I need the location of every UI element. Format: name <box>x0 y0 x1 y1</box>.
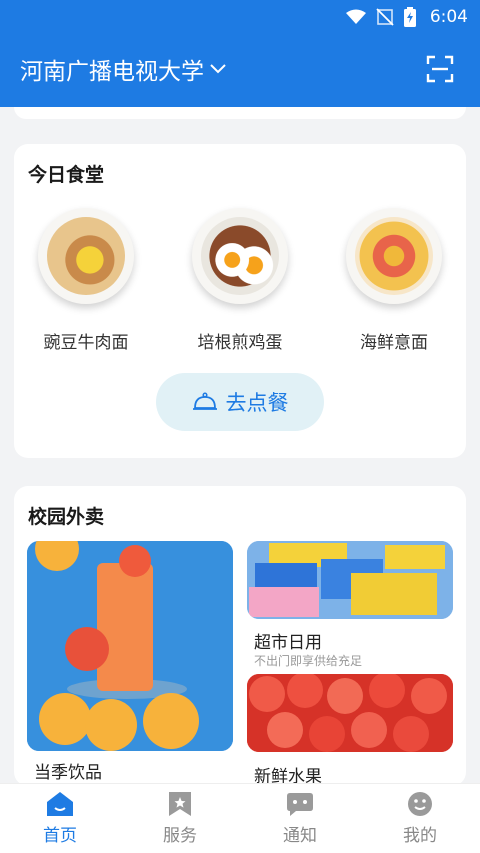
tab-label: 服务 <box>163 826 197 846</box>
tab-services[interactable]: 服务 <box>140 791 220 846</box>
dish-image <box>38 208 134 304</box>
dish-item[interactable]: 海鲜意面 <box>329 208 459 353</box>
chat-icon <box>287 793 313 816</box>
tab-mine[interactable]: 我的 <box>380 791 460 846</box>
market-subtitle: 不出门即享供给充足 <box>254 654 363 668</box>
previous-card-edge <box>14 107 466 119</box>
dish-name: 豌豆牛肉面 <box>43 333 129 353</box>
market-label: 超市日用 <box>254 633 322 653</box>
drinks-label: 当季饮品 <box>34 763 102 783</box>
market-image <box>247 541 453 619</box>
tab-label: 我的 <box>403 826 437 846</box>
tab-label: 首页 <box>43 826 77 846</box>
battery-charging-icon <box>403 7 416 27</box>
status-bar: 6:04 <box>0 0 480 34</box>
title-row: 河南广播电视大学 <box>20 48 460 90</box>
tab-label: 通知 <box>283 826 317 846</box>
smile-icon <box>408 792 432 816</box>
dish-image <box>346 208 442 304</box>
tab-notifications[interactable]: 通知 <box>260 791 340 846</box>
drinks-tile[interactable] <box>27 541 233 751</box>
no-signal-icon <box>376 8 394 26</box>
market-tile[interactable] <box>247 541 453 619</box>
cloche-icon <box>192 392 217 410</box>
delivery-title: 校园外卖 <box>28 506 105 528</box>
scan-icon <box>426 55 454 83</box>
order-button-label: 去点餐 <box>225 391 289 415</box>
wifi-icon <box>345 9 366 24</box>
drinks-image <box>27 541 233 751</box>
canteen-card: 今日食堂 豌豆牛肉面 培根煎鸡蛋 海鲜意面 去点餐 <box>14 144 466 458</box>
dish-item[interactable]: 培根煎鸡蛋 <box>175 208 305 353</box>
tab-home[interactable]: 首页 <box>20 791 100 846</box>
school-name: 河南广播电视大学 <box>20 59 204 85</box>
bookmark-icon <box>169 792 191 816</box>
order-button[interactable]: 去点餐 <box>156 373 324 431</box>
chevron-down-icon <box>210 64 226 74</box>
home-icon <box>47 792 73 816</box>
dish-name: 海鲜意面 <box>360 333 428 353</box>
canteen-title: 今日食堂 <box>28 164 105 186</box>
status-time: 6:04 <box>429 7 468 27</box>
school-selector[interactable]: 河南广播电视大学 <box>20 52 226 86</box>
delivery-card: 校园外卖 当季饮品 超市日用 不出门即享供给充足 新鲜水果 <box>14 486 466 786</box>
bottom-tab-bar: 首页 服务 通知 我的 <box>0 783 480 853</box>
dish-name: 培根煎鸡蛋 <box>197 333 283 353</box>
dish-item[interactable]: 豌豆牛肉面 <box>21 208 151 353</box>
fruit-tile[interactable] <box>247 674 453 752</box>
app-header: 6:04 河南广播电视大学 <box>0 0 480 107</box>
dish-image <box>192 208 288 304</box>
fruit-image <box>247 674 453 752</box>
scan-button[interactable] <box>420 49 460 89</box>
